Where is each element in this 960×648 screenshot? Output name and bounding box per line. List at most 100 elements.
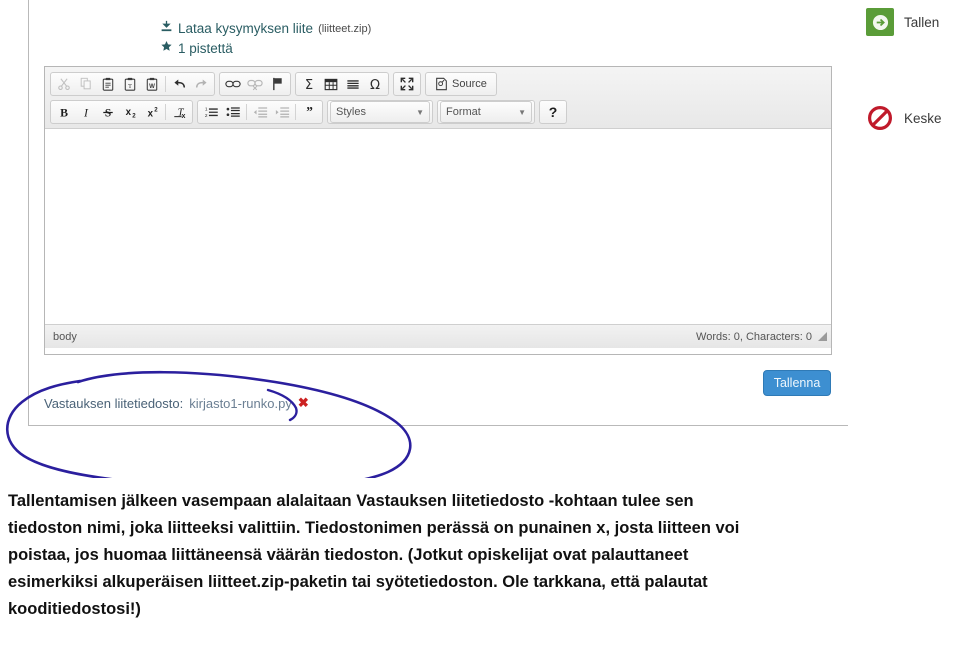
points-row: 1 pistettä (160, 40, 371, 58)
caption-line: tiedoston nimi, joka liitteeksi valittii… (8, 519, 740, 537)
svg-text:2: 2 (204, 113, 207, 119)
chevron-down-icon: ▼ (416, 107, 424, 117)
link-icon[interactable] (222, 74, 244, 94)
toolbar-group-format: Format ▼ (437, 100, 535, 124)
superscript-icon[interactable]: x2 (141, 102, 163, 122)
toolbar-separator (295, 104, 296, 120)
scissors-icon[interactable] (53, 74, 75, 94)
toolbar-group-help: ? (539, 100, 567, 124)
question-header: Lataa kysymyksen liite (liitteet.zip) 1 … (160, 20, 371, 58)
italic-icon[interactable]: I (75, 102, 97, 122)
download-file-name: (liitteet.zip) (318, 23, 372, 35)
bold-icon[interactable]: B (53, 102, 75, 122)
styles-dropdown[interactable]: Styles ▼ (330, 101, 430, 123)
editor-status-bar: body Words: 0, Characters: 0 (45, 324, 831, 348)
svg-text:x: x (125, 107, 131, 118)
element-path[interactable]: body (53, 331, 77, 343)
rail-cancel[interactable]: Keske (866, 104, 960, 132)
rail-cancel-label: Keske (904, 110, 942, 126)
svg-text:W: W (149, 83, 155, 90)
svg-text:2: 2 (154, 106, 158, 113)
help-button[interactable]: ? (542, 102, 564, 122)
format-dropdown-label: Format (446, 106, 481, 118)
svg-text:Ω: Ω (370, 77, 380, 91)
download-link-label: Lataa kysymyksen liite (178, 21, 314, 36)
toolbar-group-paragraph: 12 ” (197, 100, 323, 124)
numbered-list-icon[interactable]: 12 (200, 102, 222, 122)
word-count: Words: 0, Characters: 0 (696, 330, 812, 343)
resize-grip-icon[interactable] (818, 332, 827, 341)
outdent-icon[interactable] (249, 102, 271, 122)
undo-arrow-icon[interactable] (168, 74, 190, 94)
maximize-icon[interactable] (396, 74, 418, 94)
svg-text:S: S (105, 107, 111, 119)
word-count-wrapper: Words: 0, Characters: 0 (696, 331, 827, 343)
strikethrough-icon[interactable]: S (97, 102, 119, 122)
clipboard-word-icon[interactable]: W (141, 74, 163, 94)
editor-toolbar: T W Σ Ω Source B I S x 2 x 2 T x 1 2 ” S… (45, 67, 831, 129)
caption-line: esimerkiksi alkuperäisen liitteet.zip-pa… (8, 573, 708, 591)
quote-icon[interactable]: ” (298, 102, 320, 122)
download-icon (160, 20, 173, 38)
page-root: Lataa kysymyksen liite (liitteet.zip) 1 … (0, 0, 960, 648)
rail-save[interactable]: Tallen (866, 8, 960, 36)
editor-body-area[interactable] (45, 129, 831, 324)
omega-icon[interactable]: Ω (364, 74, 386, 94)
caption-line: kooditiedostosi!) (8, 600, 141, 618)
screenshot-region: Lataa kysymyksen liite (liitteet.zip) 1 … (0, 0, 960, 478)
sigma-icon[interactable]: Σ (298, 74, 320, 94)
remove-format-icon[interactable]: Tx (168, 102, 190, 122)
toolbar-group-basicstyles: B I S x2 x2 T x (50, 100, 193, 124)
toolbar-group-source: Source (425, 72, 497, 96)
svg-text:T: T (128, 82, 132, 89)
star-icon (160, 40, 173, 58)
hand-drawn-ellipse (6, 370, 412, 478)
toolbar-separator (165, 76, 166, 92)
unlink-icon[interactable] (244, 74, 266, 94)
svg-text:B: B (60, 105, 68, 119)
points-label: 1 pistettä (178, 41, 233, 56)
cancel-prohibit-icon (866, 104, 894, 132)
redo-arrow-icon[interactable] (190, 74, 212, 94)
svg-text:x: x (181, 112, 185, 119)
svg-text:2: 2 (132, 112, 136, 119)
right-action-rail: Tallen Keske (866, 8, 960, 132)
save-button[interactable]: Tallenna (763, 370, 831, 396)
svg-text:x: x (147, 108, 153, 119)
toolbar-group-insert: Σ Ω (295, 72, 389, 96)
subscript-icon[interactable]: x2 (119, 102, 141, 122)
caption-line: poistaa, jos huomaa liittäneensä väärän … (8, 546, 689, 564)
clipboard-text-icon[interactable]: T (119, 74, 141, 94)
help-icon: ? (548, 104, 558, 120)
toolbar-separator (165, 104, 166, 120)
toolbar-group-links (219, 72, 291, 96)
rich-text-editor: T W Σ Ω Source B I S x 2 x 2 T x 1 2 ” S… (44, 66, 832, 355)
indent-icon[interactable] (271, 102, 293, 122)
horizontal-line-icon[interactable] (342, 74, 364, 94)
toolbar-separator (246, 104, 247, 120)
rail-save-label: Tallen (904, 14, 940, 30)
table-icon[interactable] (320, 74, 342, 94)
svg-text:I: I (83, 105, 89, 119)
toolbar-group-clipboard: T W (50, 72, 215, 96)
flag-icon[interactable] (266, 74, 288, 94)
download-attachment-link[interactable]: Lataa kysymyksen liite (liitteet.zip) (160, 20, 371, 38)
clipboard-icon[interactable] (97, 74, 119, 94)
chevron-down-icon: ▼ (518, 107, 526, 117)
copy-icon[interactable] (75, 74, 97, 94)
styles-dropdown-label: Styles (336, 106, 366, 118)
toolbar-group-styles: Styles ▼ (327, 100, 433, 124)
svg-text:1: 1 (204, 107, 207, 113)
source-button[interactable]: Source (428, 74, 494, 94)
toolbar-row-1: T W Σ Ω Source (47, 70, 829, 98)
toolbar-group-maximize (393, 72, 421, 96)
svg-text:Σ: Σ (305, 77, 313, 91)
caption-line: Tallentamisen jälkeen vasempaan alalaita… (8, 492, 694, 510)
toolbar-row-2: B I S x2 x2 T x 1 2 ” Styles ▼ Format ▼ … (47, 98, 829, 126)
format-dropdown[interactable]: Format ▼ (440, 101, 532, 123)
bulleted-list-icon[interactable] (222, 102, 244, 122)
caption-text: Tallentamisen jälkeen vasempaan alalaita… (8, 488, 952, 623)
save-arrow-icon (866, 8, 894, 36)
svg-text:”: ” (306, 105, 313, 119)
source-label: Source (452, 77, 487, 90)
